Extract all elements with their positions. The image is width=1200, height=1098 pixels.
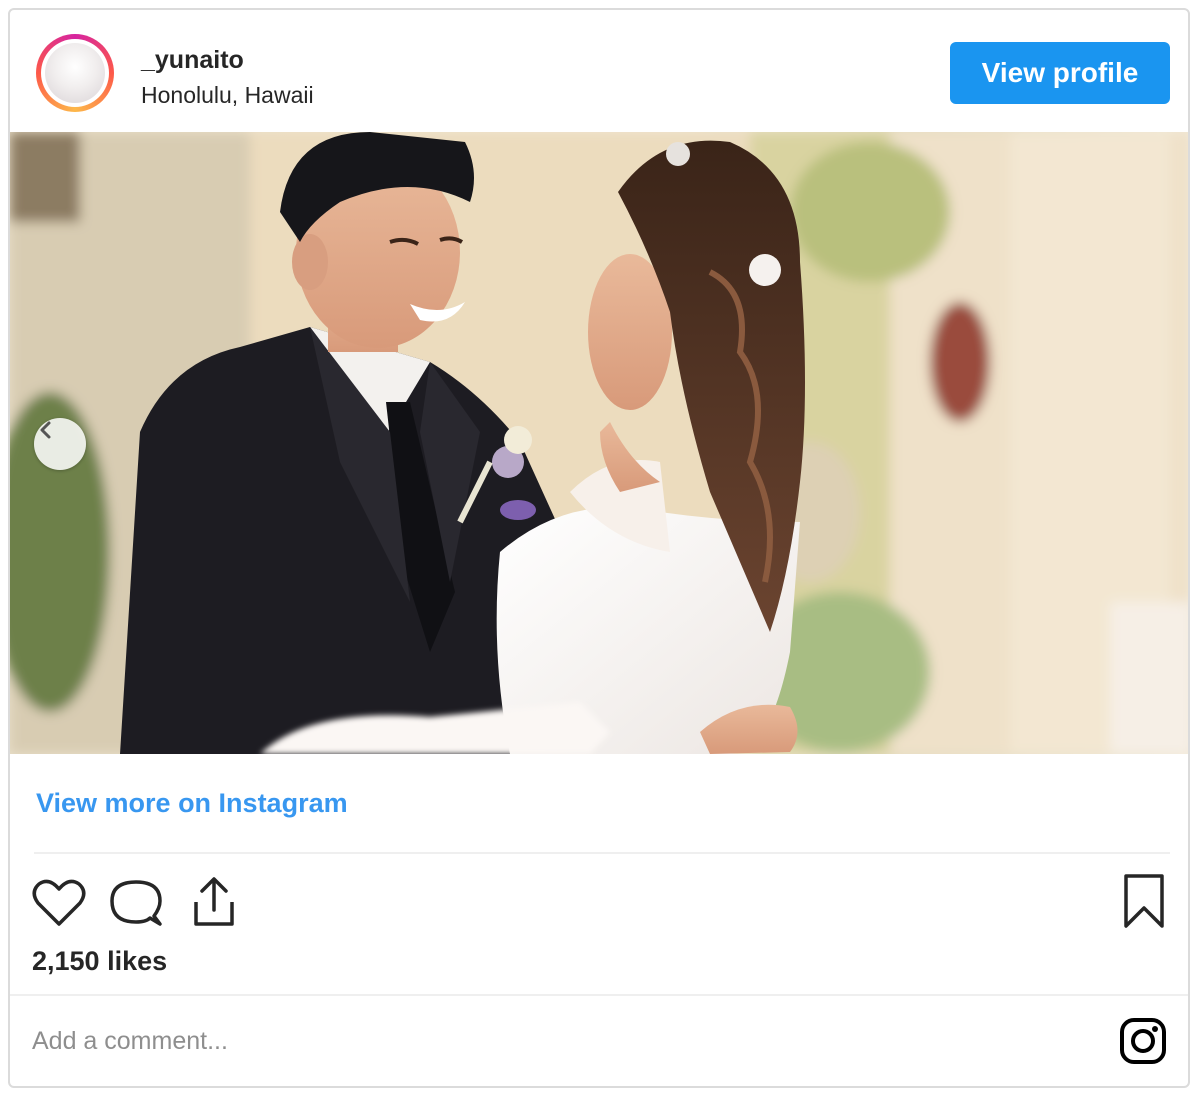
action-bar — [10, 866, 1188, 946]
bookmark-icon[interactable] — [1120, 872, 1168, 930]
post-header: _yunaito Honolulu, Hawaii View profile — [10, 10, 1188, 132]
post-photo[interactable] — [10, 132, 1188, 754]
divider — [34, 852, 1170, 854]
add-comment-input[interactable]: Add a comment... — [32, 1027, 228, 1056]
instagram-icon[interactable] — [1118, 1016, 1168, 1066]
avatar-photo — [45, 43, 105, 103]
divider — [10, 994, 1188, 996]
share-icon[interactable] — [188, 874, 240, 930]
likes-count[interactable]: 2,150 likes — [32, 946, 167, 977]
location[interactable]: Honolulu, Hawaii — [141, 82, 314, 109]
previous-photo-button[interactable] — [34, 418, 86, 470]
comment-icon[interactable] — [108, 876, 164, 930]
wedding-photo-illustration — [10, 132, 1188, 754]
username[interactable]: _yunaito — [141, 46, 244, 75]
instagram-embed-card: _yunaito Honolulu, Hawaii View profile V… — [8, 8, 1190, 1088]
heart-icon[interactable] — [32, 878, 86, 928]
view-more-link[interactable]: View more on Instagram — [36, 788, 348, 819]
view-profile-button[interactable]: View profile — [950, 42, 1170, 104]
chevron-left-icon — [40, 421, 51, 439]
avatar[interactable] — [36, 34, 114, 112]
